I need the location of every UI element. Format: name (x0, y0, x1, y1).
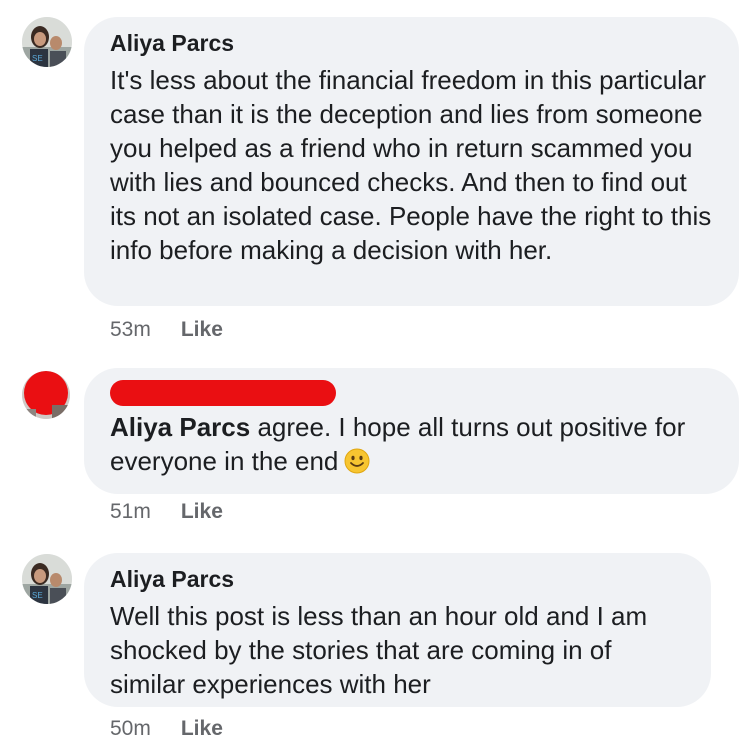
profile-photo-icon: SE (22, 17, 72, 67)
avatar[interactable] (22, 371, 70, 419)
author-name[interactable]: Aliya Parcs (110, 565, 687, 593)
svg-text:SE: SE (32, 54, 43, 63)
comment-text: Well this post is less than an hour old … (110, 601, 648, 699)
comment-text: Aliya Parcs agree. I hope all turns out … (110, 410, 715, 482)
like-button[interactable]: Like (181, 318, 223, 341)
timestamp[interactable]: 51m (110, 500, 151, 523)
redacted-avatar-icon (22, 371, 70, 419)
comment-bubble: Aliya Parcs Well this post is less than … (84, 553, 711, 707)
comment-meta: 50m Like (110, 716, 223, 742)
comment-bubble: Aliya Parcs It's less about the financia… (84, 17, 739, 306)
author-name[interactable]: Aliya Parcs (110, 29, 715, 57)
comment-meta: 53m Like (110, 317, 223, 343)
avatar[interactable]: SE (22, 17, 72, 67)
profile-photo-icon: SE (22, 554, 72, 604)
redacted-author-name (110, 380, 336, 406)
comment-text: It's less about the financial freedom in… (110, 65, 712, 265)
comment-bubble: Aliya Parcs agree. I hope all turns out … (84, 368, 739, 494)
like-button[interactable]: Like (181, 500, 223, 523)
comment-meta: 51m Like (110, 499, 223, 525)
avatar[interactable]: SE (22, 554, 72, 604)
smiling-face-icon (344, 448, 370, 482)
timestamp[interactable]: 50m (110, 717, 151, 740)
svg-text:SE: SE (32, 591, 43, 600)
reply-mention[interactable]: Aliya Parcs (110, 412, 250, 442)
like-button[interactable]: Like (181, 717, 223, 740)
timestamp[interactable]: 53m (110, 318, 151, 341)
